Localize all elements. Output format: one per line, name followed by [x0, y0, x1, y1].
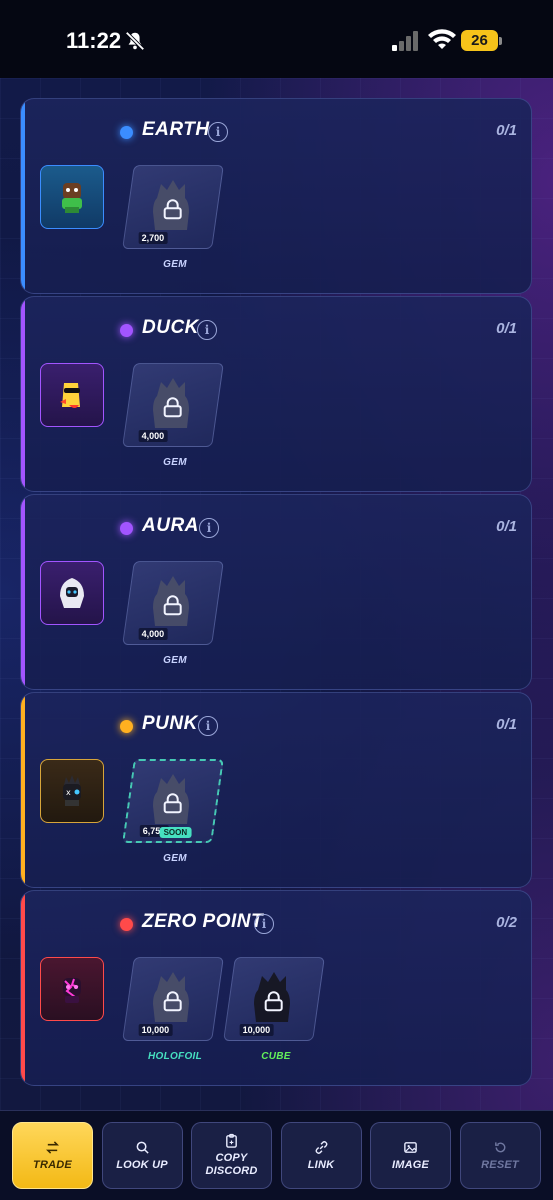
locked-variant-slot[interactable]: 10,000 [223, 957, 325, 1041]
bell-off-icon [125, 31, 145, 51]
price-tag: 10,000 [138, 1024, 173, 1036]
rarity-dot [120, 918, 133, 931]
earth-avatar[interactable] [40, 165, 104, 229]
price-tag: 4,000 [138, 430, 168, 442]
lock-icon [163, 595, 182, 616]
rarity-accent-bar [21, 297, 25, 491]
collection-card[interactable]: PUNK i 0/1 x 6,750 SOON GEM [20, 692, 532, 888]
info-icon[interactable]: i [197, 320, 217, 340]
info-icon[interactable]: i [199, 518, 219, 538]
info-icon[interactable]: i [198, 716, 218, 736]
swap-icon [46, 1140, 59, 1154]
collection-card[interactable]: AURA i 0/1 4,000 GEM [20, 494, 532, 690]
look-up-button[interactable]: LOOK UP [101, 1122, 183, 1189]
signal-icon [392, 31, 418, 51]
card-title: EARTH [142, 119, 210, 140]
image-icon [404, 1141, 417, 1153]
card-title: DUCK [142, 317, 199, 338]
collection-card[interactable]: ZERO POINT i 0/2 10,000 HOLOFOIL 10,000 CUBE [20, 890, 532, 1086]
link-button[interactable]: LINK [280, 1122, 362, 1189]
lock-icon [163, 397, 182, 418]
action-label: IMAGE [391, 1158, 430, 1171]
action-label: LOOK UP [116, 1158, 168, 1171]
locked-variant-slot[interactable]: 4,000 [122, 561, 224, 645]
rarity-accent-bar [21, 495, 25, 689]
variant-label: GEM [163, 655, 187, 666]
trade-button[interactable]: TRADE [12, 1122, 93, 1189]
variant-label: GEM [163, 853, 187, 864]
duck-avatar[interactable] [40, 363, 104, 427]
card-count: 0/1 [496, 122, 517, 139]
locked-variant-slot[interactable]: 10,000 [122, 957, 224, 1041]
rarity-accent-bar [21, 891, 25, 1085]
reset-button[interactable]: RESET [459, 1122, 541, 1189]
battery-indicator: 26 [461, 30, 498, 51]
rarity-dot [120, 126, 133, 139]
action-label: LINK [307, 1158, 335, 1171]
rarity-dot [120, 720, 133, 733]
clipboard-icon [226, 1133, 237, 1148]
action-label: TRADE [33, 1158, 72, 1171]
collection-card[interactable]: EARTH i 0/1 2,700 GEM [20, 98, 532, 294]
reset-icon [494, 1141, 505, 1152]
card-count: 0/1 [496, 716, 517, 733]
locked-variant-slot[interactable]: 2,700 [122, 165, 224, 249]
card-title: PUNK [142, 713, 198, 734]
collection-card[interactable]: DUCK i 0/1 4,000 GEM [20, 296, 532, 492]
lock-icon [264, 991, 283, 1012]
card-count: 0/1 [496, 518, 517, 535]
zero-point-avatar[interactable] [40, 957, 104, 1021]
info-icon[interactable]: i [208, 122, 228, 142]
status-bar: 11:22 26 [0, 0, 553, 78]
punk-avatar[interactable]: x [40, 759, 104, 823]
svg-text:x: x [66, 788, 71, 797]
locked-variant-slot[interactable]: 6,750 SOON [122, 759, 224, 843]
variant-label: GEM [163, 457, 187, 468]
price-tag: 2,700 [138, 232, 168, 244]
lock-icon [163, 199, 182, 220]
wifi-icon [428, 29, 456, 49]
soon-badge: SOON [159, 827, 192, 838]
aura-avatar[interactable] [40, 561, 104, 625]
price-tag: 4,000 [138, 628, 168, 640]
rarity-accent-bar [21, 99, 25, 293]
status-time: 11:22 [66, 28, 122, 53]
bottom-action-bar: TRADE LOOK UP COPY DISCORD LINK IMAGE RESET [0, 1110, 553, 1200]
card-count: 0/1 [496, 320, 517, 337]
card-count: 0/2 [496, 914, 517, 931]
variant-label: CUBE [261, 1051, 291, 1062]
variant-label: GEM [163, 259, 187, 270]
rarity-dot [120, 522, 133, 535]
action-label: RESET [481, 1158, 519, 1171]
card-title: AURA [142, 515, 199, 536]
action-label: COPY DISCORD [205, 1152, 258, 1177]
lock-icon [163, 991, 182, 1012]
locked-variant-slot[interactable]: 4,000 [122, 363, 224, 447]
variant-label: HOLOFOIL [147, 1051, 203, 1062]
price-tag: 10,000 [239, 1024, 274, 1036]
search-icon [136, 1141, 149, 1154]
rarity-accent-bar [21, 693, 25, 887]
link-icon [315, 1140, 327, 1154]
image-button[interactable]: IMAGE [370, 1122, 451, 1189]
card-title: ZERO POINT [142, 911, 264, 932]
copy-discord-button[interactable]: COPY DISCORD [191, 1122, 272, 1189]
lock-icon [163, 793, 182, 814]
collection-list[interactable]: EARTH i 0/1 2,700 GEM DUCK i 0/1 4,000 GEM AURA i 0/… [0, 78, 553, 1110]
rarity-dot [120, 324, 133, 337]
battery-nub [499, 37, 502, 45]
info-icon[interactable]: i [254, 914, 274, 934]
